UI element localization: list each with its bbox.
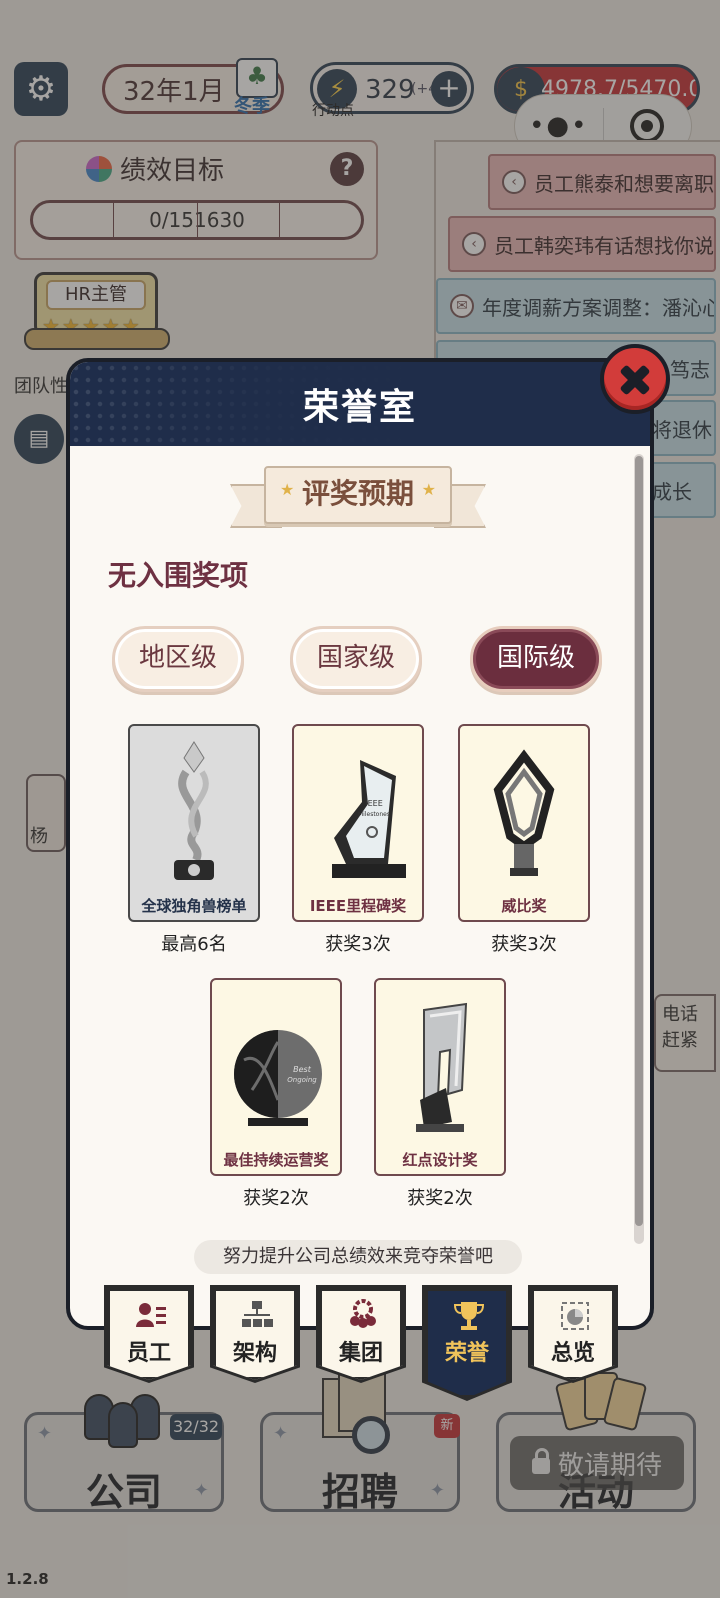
tab-honor[interactable]: 荣誉 bbox=[425, 1288, 509, 1398]
modal-title: 荣誉室 bbox=[302, 387, 417, 428]
modal-header: 荣誉室 bbox=[70, 362, 650, 446]
overview-icon bbox=[561, 1302, 589, 1330]
red-dot-trophy-icon bbox=[416, 1002, 468, 1132]
svg-text:Best: Best bbox=[293, 1065, 312, 1074]
award-card-best-ongoing[interactable]: Best Ongoing 最佳持续运营奖 bbox=[210, 978, 342, 1176]
ieee-plaque-icon: IEEE Milestones bbox=[332, 760, 406, 878]
award-expectation-banner: ★ ★ 评奖预期 bbox=[230, 458, 486, 534]
modal-scrollbar[interactable] bbox=[634, 454, 644, 1244]
webby-trophy-icon bbox=[493, 749, 555, 876]
tab-group[interactable]: 集团 bbox=[319, 1288, 403, 1380]
svg-text:Milestones: Milestones bbox=[358, 811, 390, 818]
tab-label: 员工 bbox=[126, 1341, 171, 1366]
employee-icon bbox=[136, 1303, 166, 1327]
ongoing-award-icon: Best Ongoing bbox=[234, 1030, 322, 1126]
award-caption: 获奖2次 bbox=[407, 1188, 473, 1209]
banner-text: 评奖预期 bbox=[301, 477, 414, 510]
svg-text:Ongoing: Ongoing bbox=[287, 1076, 317, 1084]
award-name: 红点设计奖 bbox=[402, 1151, 478, 1169]
award-caption: 获奖3次 bbox=[325, 934, 391, 955]
award-caption: 获奖2次 bbox=[243, 1188, 309, 1209]
award-caption: 获奖3次 bbox=[491, 934, 557, 955]
award-name: 全球独角兽榜单 bbox=[141, 897, 247, 915]
trophy-icon bbox=[453, 1302, 485, 1330]
tab-structure[interactable]: 架构 bbox=[213, 1288, 297, 1380]
tab-label: 总览 bbox=[550, 1341, 595, 1366]
award-name: 最佳持续运营奖 bbox=[223, 1151, 329, 1169]
footer-tip: 努力提升公司总绩效来竞夺荣誉吧 bbox=[194, 1240, 522, 1274]
svg-text:IEEE: IEEE bbox=[365, 799, 383, 808]
award-name: 威比奖 bbox=[501, 897, 547, 915]
tab-label: 荣誉 bbox=[444, 1341, 489, 1366]
award-caption: 最高6名 bbox=[161, 934, 227, 955]
tab-regional[interactable]: 地区级 bbox=[112, 626, 244, 692]
award-card-red-dot[interactable]: 红点设计奖 bbox=[374, 978, 506, 1176]
crystal-trophy-icon bbox=[174, 741, 214, 880]
close-modal-button[interactable] bbox=[600, 344, 670, 414]
award-card-webby[interactable]: 威比奖 bbox=[458, 724, 590, 922]
tab-international[interactable]: 国际级 bbox=[470, 626, 602, 692]
award-name: IEEE里程碑奖 bbox=[309, 897, 407, 915]
tab-employees[interactable]: 员工 bbox=[107, 1288, 191, 1380]
tab-overview[interactable]: 总览 bbox=[531, 1288, 615, 1380]
group-icon bbox=[350, 1299, 376, 1328]
tab-label: 集团 bbox=[338, 1341, 383, 1366]
award-card-ieee[interactable]: IEEE Milestones IEEE里程碑奖 bbox=[292, 724, 424, 922]
org-chart-icon bbox=[242, 1301, 273, 1327]
honor-room-modal: 荣誉室 ★ ★ 评奖预期 无入围奖项 地区级 国家级 国际级 全球独角兽榜单 最… bbox=[66, 358, 654, 1330]
tab-national[interactable]: 国家级 bbox=[290, 626, 422, 692]
award-card-unicorn[interactable]: 全球独角兽榜单 bbox=[128, 724, 260, 922]
tab-label: 架构 bbox=[232, 1341, 277, 1366]
no-award-label: 无入围奖项 bbox=[108, 559, 249, 592]
